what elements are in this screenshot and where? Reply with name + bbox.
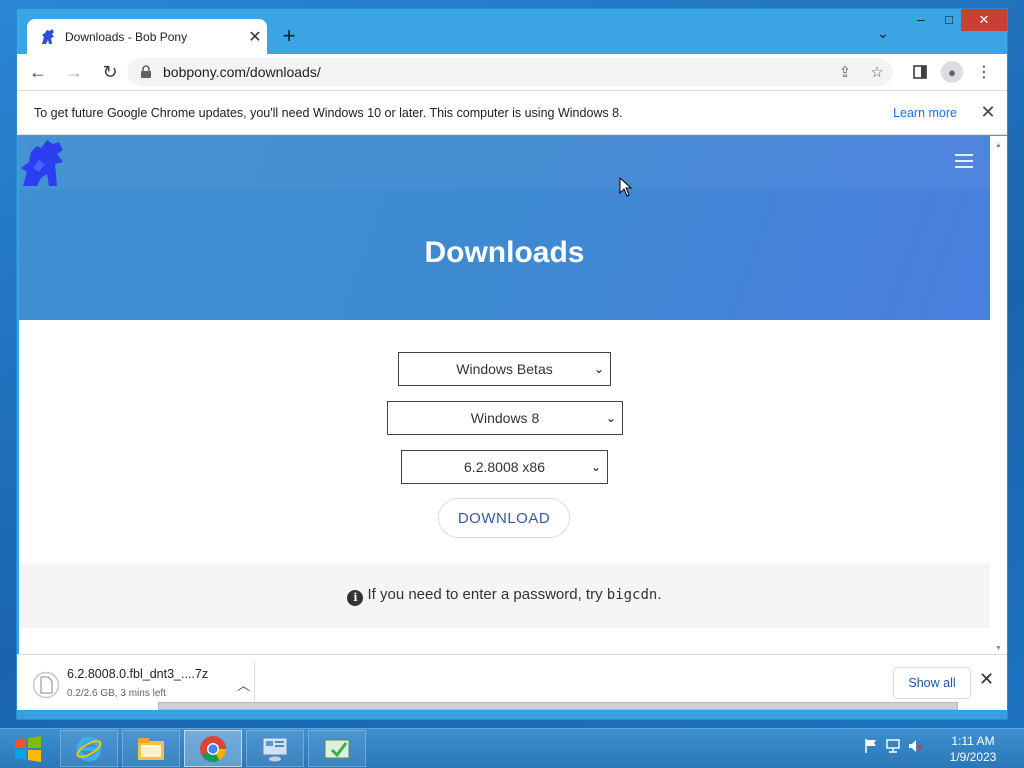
mouse-cursor-icon (619, 177, 633, 197)
folder-icon (138, 737, 164, 760)
forward-arrow-icon[interactable]: → (59, 57, 89, 87)
file-icon (33, 671, 59, 699)
action-center-flag-icon[interactable] (862, 737, 880, 755)
category-select[interactable]: Windows Betas ⌄ (398, 352, 611, 386)
address-bar[interactable]: bobpony.com/downloads/ ⇪ ☆ (127, 58, 893, 86)
download-item[interactable]: 6.2.8008.0.fbl_dnt3_....7z 0.2/2.6 GB, 3… (31, 667, 261, 703)
chrome-icon (200, 735, 227, 762)
new-tab-button[interactable]: + (275, 23, 303, 51)
tab-strip: Downloads - Bob Pony ✕ + ⌄ – □ ✕ (17, 9, 1007, 55)
os-select[interactable]: Windows 8 ⌄ (387, 401, 623, 435)
chrome-window: Downloads - Bob Pony ✕ + ⌄ – □ ✕ ← → ↻ b… (16, 8, 1008, 720)
os-select-value: Windows 8 (470, 410, 540, 426)
back-arrow-icon[interactable]: ← (23, 57, 53, 87)
vertical-scrollbar[interactable]: ▲ ▼ (990, 136, 1007, 654)
category-select-value: Windows Betas (456, 361, 553, 377)
bob-pony-favicon-icon (42, 29, 54, 44)
start-button[interactable] (4, 731, 52, 767)
scroll-up-icon[interactable]: ▲ (995, 142, 1002, 149)
clock-date: 1/9/2023 (949, 750, 997, 764)
note-code: bigcdn (606, 586, 658, 603)
url-text[interactable]: bobpony.com/downloads/ (163, 64, 829, 80)
password-note-text: i If you need to enter a password, try bi… (347, 585, 662, 606)
browser-toolbar: ← → ↻ bobpony.com/downloads/ ⇪ ☆ ● ⋮ (17, 54, 1007, 90)
maximize-button[interactable]: □ (935, 9, 963, 31)
tab-search-chevron-icon[interactable]: ⌄ (873, 25, 893, 45)
infobar-message: To get future Google Chrome updates, you… (34, 105, 623, 120)
note-suffix: . (657, 585, 662, 603)
page-title: Downloads (424, 236, 585, 269)
lock-icon (141, 65, 151, 78)
share-icon[interactable]: ⇪ (829, 63, 861, 81)
update-infobar: To get future Google Chrome updates, you… (17, 90, 1007, 135)
internet-explorer-icon (76, 736, 102, 761)
hamburger-menu-icon[interactable] (955, 154, 973, 168)
taskbar-chrome[interactable] (184, 730, 242, 767)
clock-time: 1:11 AM (951, 734, 995, 748)
tab-close-icon[interactable]: ✕ (243, 27, 267, 47)
note-prefix: If you need to enter a password, try (367, 585, 607, 603)
menu-kebab-icon[interactable]: ⋮ (969, 58, 999, 86)
taskbar-clock[interactable]: 1:11 AM 1/9/2023 (940, 733, 1006, 765)
taskbar-app[interactable] (308, 730, 366, 767)
minimize-button[interactable]: – (907, 9, 935, 31)
build-select[interactable]: 6.2.8008 x86 ⌄ (401, 450, 608, 484)
reload-icon[interactable]: ↻ (95, 57, 125, 87)
download-status: 0.2/2.6 GB, 3 mins left (67, 688, 166, 699)
build-select-value: 6.2.8008 x86 (464, 459, 545, 475)
volume-muted-icon[interactable] (906, 737, 924, 755)
profile-avatar[interactable]: ● (937, 58, 967, 86)
shelf-close-icon[interactable]: ✕ (979, 669, 994, 690)
taskbar-ie[interactable] (60, 730, 118, 767)
taskbar-explorer[interactable] (122, 730, 180, 767)
info-icon: i (347, 589, 364, 606)
side-panel-icon[interactable] (905, 58, 935, 86)
bookmark-star-icon[interactable]: ☆ (861, 63, 893, 81)
page-viewport: Downloads Windows Betas ⌄ Windows 8 ⌄ 6.… (19, 136, 990, 654)
shelf-divider (254, 662, 255, 702)
tab-title: Downloads - Bob Pony (65, 30, 188, 44)
page-hero: Downloads (19, 136, 990, 320)
avatar-icon: ● (941, 61, 963, 83)
network-icon[interactable] (884, 737, 902, 755)
tab-downloads[interactable]: Downloads - Bob Pony ✕ (27, 19, 267, 55)
app-window-icon (324, 739, 350, 758)
download-button[interactable]: DOWNLOAD (438, 498, 570, 538)
taskbar-control-panel[interactable] (246, 730, 304, 767)
bob-pony-logo-icon[interactable] (19, 138, 67, 188)
close-window-button[interactable]: ✕ (961, 9, 1007, 31)
taskbar: 1:11 AM 1/9/2023 (0, 728, 1024, 768)
chevron-down-icon: ⌄ (593, 362, 604, 376)
scroll-down-icon[interactable]: ▼ (995, 645, 1002, 652)
learn-more-link[interactable]: Learn more (893, 106, 957, 120)
chevron-down-icon: ⌄ (590, 460, 601, 474)
windows-logo-icon (15, 736, 41, 762)
horizontal-scrollbar[interactable] (158, 702, 958, 710)
system-tray (862, 737, 924, 755)
infobar-close-icon[interactable]: ✕ (973, 102, 1003, 123)
site-navbar (19, 136, 990, 189)
chevron-up-icon[interactable]: ︿ (237, 675, 250, 694)
chevron-down-icon: ⌄ (605, 411, 616, 425)
control-panel-icon (262, 737, 288, 761)
download-file-name: 6.2.8008.0.fbl_dnt3_....7z (67, 667, 209, 681)
show-all-button[interactable]: Show all (893, 667, 971, 699)
password-note: i If you need to enter a password, try bi… (19, 563, 990, 628)
